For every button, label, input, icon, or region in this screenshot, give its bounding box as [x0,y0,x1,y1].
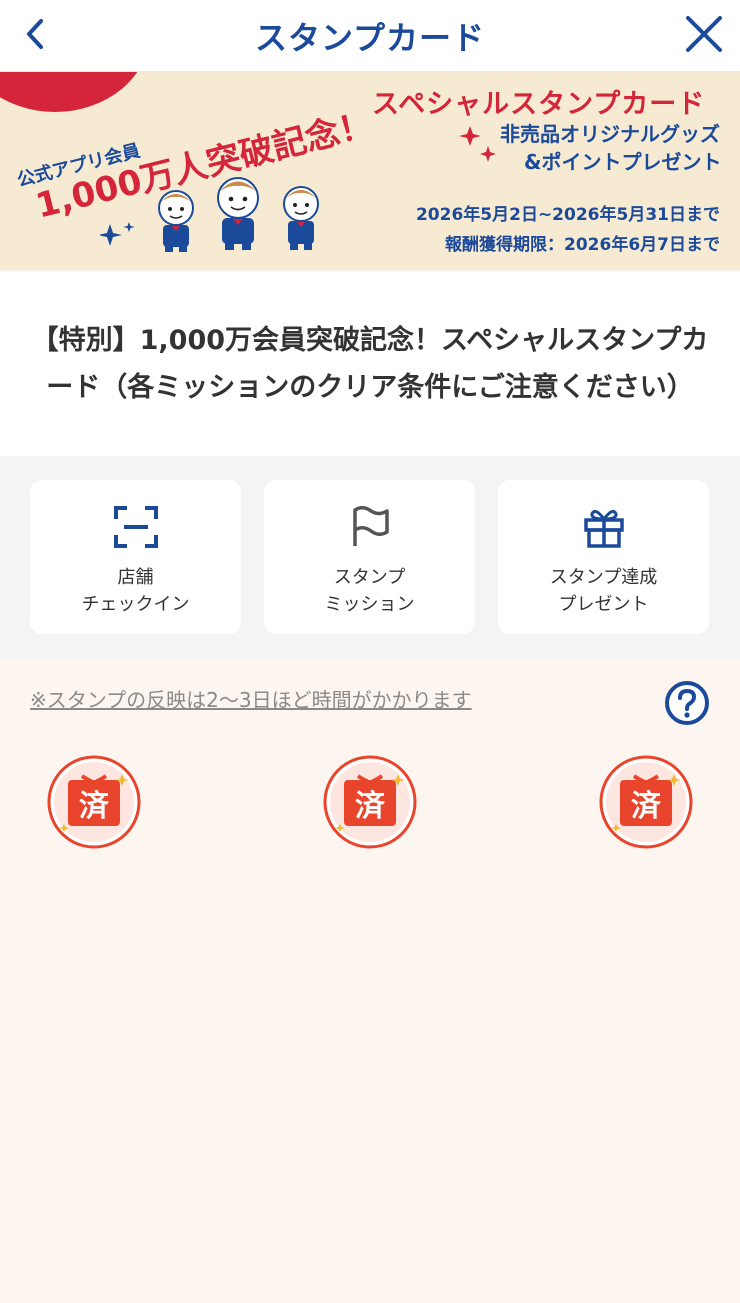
top-bar: スタンプカード [0,0,740,72]
banner-special-title: スペシャルスタンプカード [372,89,706,120]
stamp-reward-present-button[interactable]: スタンプ達成 プレゼント [498,480,709,634]
banner-reward-deadline: 報酬獲得期限：2026年6月7日まで [445,235,720,255]
banner-gift-line-2: &ポイントプレゼント [524,150,722,174]
stamp-reflection-note[interactable]: ※スタンプの反映は2〜3日ほど時間がかかります [30,684,472,713]
close-button[interactable] [680,10,728,58]
action-buttons: 店舗 チェックイン スタンプ ミッション スタンプ達成 プレゼント [0,456,740,658]
chevron-left-icon [27,19,43,49]
stamp-text: 済 [355,789,386,824]
banner-period: 2026年5月2日~2026年5月31日まで [415,205,720,225]
store-checkin-button[interactable]: 店舗 チェックイン [30,480,241,634]
sparkle-icon [459,126,496,162]
close-icon [686,16,722,52]
flag-icon [352,506,389,546]
stamp-completed-icon: 済 [47,755,141,849]
sparkle-icon [100,222,135,246]
stamp-card-title-section: 【特別】1,000万会員突破記念！スペシャルスタンプカード（各ミッションのクリア… [0,272,740,456]
action-label: スタンプ ミッション [324,567,415,615]
stamp-card-title: 【特別】1,000万会員突破記念！スペシャルスタンプカード（各ミッションのクリア… [31,325,709,403]
stamp-grid-area: ※スタンプの反映は2〜3日ほど時間がかかります 済 済 済 [0,658,740,1303]
mascot-icon [283,186,319,250]
help-button[interactable] [664,680,710,726]
stamp-mission-button[interactable]: スタンプ ミッション [264,480,475,634]
banner-red-circle [0,72,150,112]
back-button[interactable] [14,12,58,56]
question-circle-icon [665,681,709,725]
stamp-completed: 済 [46,754,142,850]
mascot-icon [217,177,259,250]
page-title: スタンプカード [254,18,486,57]
stamp-completed: 済 [322,754,418,850]
stamp-completed: 済 [598,754,694,850]
gift-icon [583,509,624,548]
stamp-completed-icon: 済 [323,755,417,849]
stamp-completed-icon: 済 [599,755,693,849]
stamp-text: 済 [631,789,662,824]
banner-gift-line-1: 非売品オリジナルグッズ [500,122,720,146]
mascot-icon [158,190,194,252]
campaign-banner[interactable]: 公式アプリ会員 1,000万人突破記念！ スペシャルスタンプカード 非売品オリジ… [0,72,740,270]
action-label: スタンプ達成 プレゼント [549,567,658,615]
stamp-text: 済 [79,789,110,824]
action-label: 店舗 チェックイン [81,567,190,615]
scan-icon [113,506,158,548]
